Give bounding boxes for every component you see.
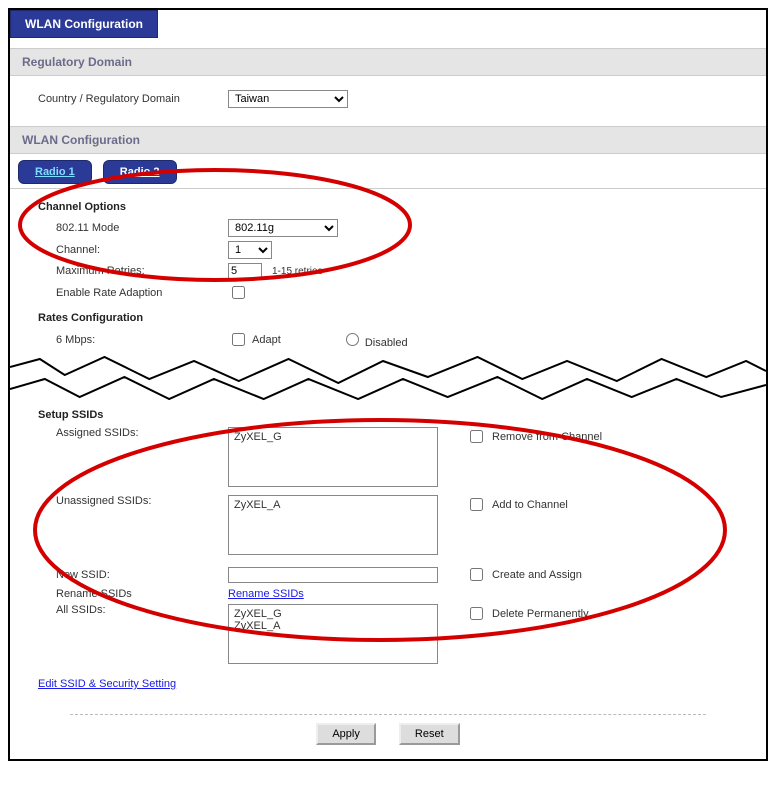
create-and-assign-label: Create and Assign (492, 569, 582, 581)
country-select[interactable]: Taiwan (228, 90, 348, 108)
new-ssid-label: New SSID: (56, 569, 228, 581)
all-ssids-list[interactable]: ZyXEL_G ZyXEL_A (228, 604, 438, 664)
rate-adapt-6mbps-checkbox[interactable] (232, 333, 245, 346)
assigned-ssids-list[interactable]: ZyXEL_G (228, 427, 438, 487)
config-panel: WLAN Configuration Regulatory Domain Cou… (8, 8, 768, 761)
rate-adapt-option-label: Adapt (252, 334, 281, 346)
button-row: Apply Reset (70, 714, 706, 759)
rename-ssids-label: Rename SSIDs (56, 588, 228, 600)
section-regulatory-body: Country / Regulatory Domain Taiwan (10, 76, 766, 126)
all-ssids-label: All SSIDs: (56, 604, 228, 616)
mode-label: 802.11 Mode (56, 222, 228, 234)
rate-disabled-option-label: Disabled (365, 337, 408, 349)
max-retries-hint: 1-15 retries (272, 266, 323, 277)
rates-config-header: Rates Configuration (38, 312, 738, 324)
rename-ssids-link[interactable]: Rename SSIDs (228, 588, 304, 600)
mode-select[interactable]: 802.11g (228, 219, 338, 237)
max-retries-label: Maximum Retries: (56, 265, 228, 277)
assigned-ssids-label: Assigned SSIDs: (56, 427, 228, 439)
country-label: Country / Regulatory Domain (38, 93, 228, 105)
rate-adapt-checkbox[interactable] (232, 286, 245, 299)
max-retries-input[interactable] (228, 263, 262, 279)
remove-from-channel-checkbox[interactable] (470, 430, 483, 443)
channel-label: Channel: (56, 244, 228, 256)
rate-disabled-radio[interactable] (346, 333, 359, 346)
tab-radio-1[interactable]: Radio 1 (18, 160, 92, 184)
channel-select[interactable]: 1 (228, 241, 272, 259)
tab-wlan-config[interactable]: WLAN Configuration (10, 10, 158, 38)
edit-ssid-security-link[interactable]: Edit SSID & Security Setting (38, 678, 176, 690)
rate-adapt-label: Enable Rate Adaption (56, 287, 228, 299)
unassigned-ssids-list[interactable]: ZyXEL_A (228, 495, 438, 555)
delete-permanently-label: Delete Permanently (492, 608, 589, 620)
new-ssid-input[interactable] (228, 567, 438, 583)
radio-tabs: Radio 1 Radio 2 (10, 154, 766, 184)
create-and-assign-checkbox[interactable] (470, 568, 483, 581)
torn-break-icon (10, 355, 766, 401)
rate-6mbps-label: 6 Mbps: (56, 334, 228, 346)
channel-options-header: Channel Options (38, 201, 738, 213)
setup-ssids-header: Setup SSIDs (38, 409, 738, 421)
tab-header: WLAN Configuration (10, 10, 766, 38)
add-to-channel-checkbox[interactable] (470, 498, 483, 511)
unassigned-ssids-label: Unassigned SSIDs: (56, 495, 228, 507)
tab-radio-2[interactable]: Radio 2 (103, 160, 177, 184)
section-wlan-header: WLAN Configuration (10, 126, 766, 154)
apply-button[interactable]: Apply (316, 723, 376, 745)
add-to-channel-label: Add to Channel (492, 499, 568, 511)
reset-button[interactable]: Reset (399, 723, 460, 745)
section-regulatory-header: Regulatory Domain (10, 48, 766, 76)
remove-from-channel-label: Remove from Channel (492, 431, 602, 443)
delete-permanently-checkbox[interactable] (470, 607, 483, 620)
